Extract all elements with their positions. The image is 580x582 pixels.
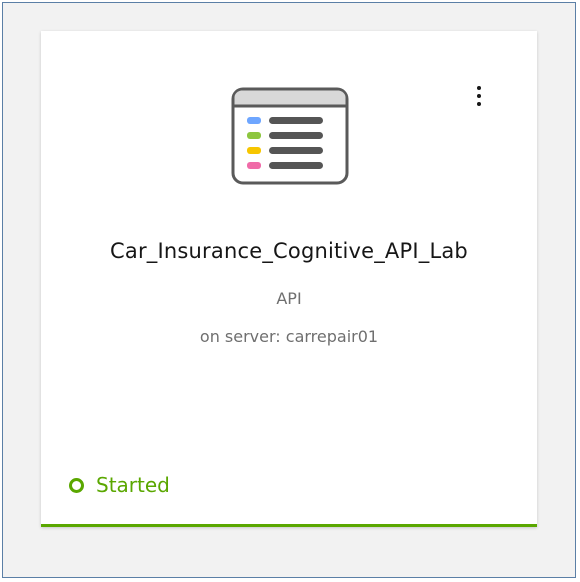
- window-frame: Car_Insurance_Cognitive_API_Lab API on s…: [2, 2, 576, 578]
- api-list-icon: [231, 87, 349, 189]
- status-ring-icon: [69, 477, 84, 493]
- server-label: on server: carrepair01: [199, 327, 379, 346]
- overflow-menu-icon[interactable]: [467, 79, 491, 113]
- menu-dot: [477, 94, 481, 98]
- api-title[interactable]: Car_Insurance_Cognitive_API_Lab: [41, 239, 537, 263]
- menu-dot: [477, 102, 481, 106]
- status-text: Started: [96, 473, 170, 497]
- status-indicator: Started: [69, 473, 170, 497]
- api-card[interactable]: Car_Insurance_Cognitive_API_Lab API on s…: [41, 31, 537, 527]
- api-type-label: API: [276, 289, 302, 308]
- menu-dot: [477, 86, 481, 90]
